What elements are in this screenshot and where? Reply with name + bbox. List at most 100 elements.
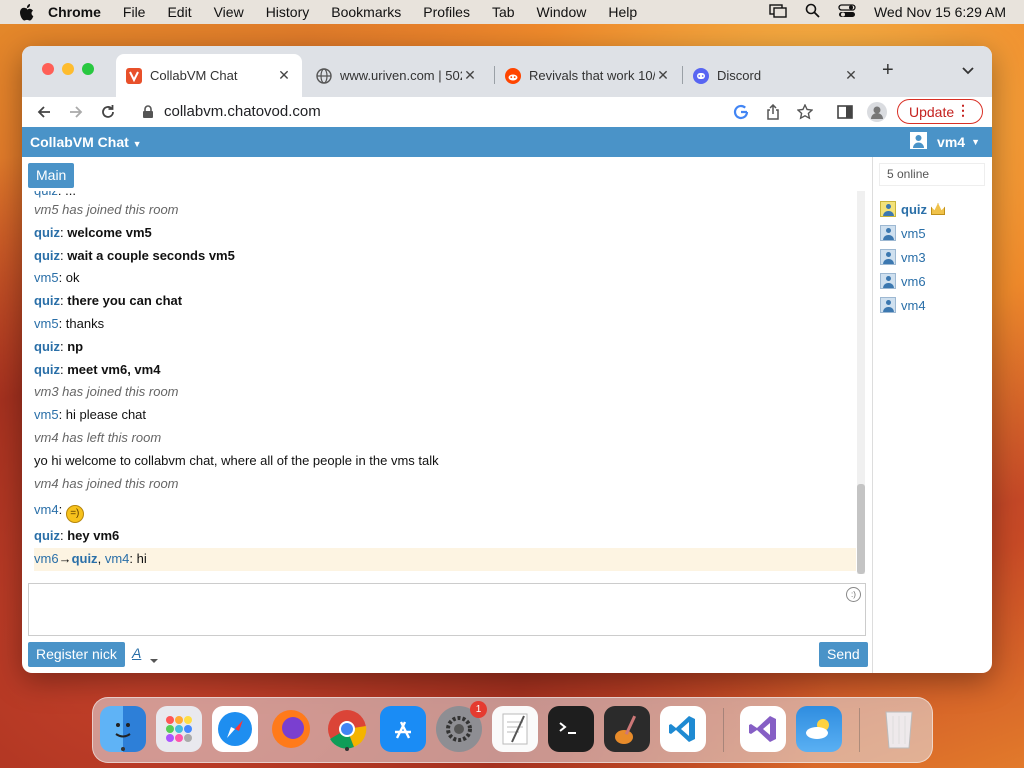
recipient-nick[interactable]: vm4 (105, 551, 130, 566)
user-menu[interactable]: vm4 ▼ (910, 132, 980, 152)
app-store-icon[interactable] (380, 706, 426, 752)
vscode-icon[interactable] (660, 706, 706, 752)
message-nick[interactable]: quiz (34, 225, 60, 240)
tab-discord[interactable]: Discord ✕ (683, 54, 869, 97)
profile-avatar-icon[interactable] (867, 102, 887, 122)
user-avatar-icon (880, 249, 896, 265)
weather-icon[interactable] (796, 706, 842, 752)
menu-file[interactable]: File (123, 4, 146, 20)
message-text: ok (65, 270, 80, 286)
firefox-icon[interactable] (268, 706, 314, 752)
scrollbar-thumb[interactable] (857, 484, 865, 574)
chat-message: quiz: there you can chat (34, 293, 183, 309)
menu-edit[interactable]: Edit (167, 4, 191, 20)
control-center-icon[interactable] (838, 3, 856, 21)
menu-bookmarks[interactable]: Bookmarks (331, 4, 401, 20)
share-icon[interactable] (763, 102, 783, 122)
user-list-item[interactable]: vm4 (880, 293, 945, 317)
update-button[interactable]: Update ⋮ (897, 99, 983, 124)
tab-title: CollabVM Chat (150, 68, 238, 83)
font-style-button[interactable]: A (132, 645, 141, 661)
chat-message: quiz: np (34, 338, 84, 354)
menu-window[interactable]: Window (537, 4, 587, 20)
more-menu-icon: ⋮ (956, 102, 970, 118)
trash-icon[interactable] (876, 706, 922, 752)
menu-clock[interactable]: Wed Nov 15 6:29 AM (874, 4, 1006, 20)
menu-view[interactable]: View (214, 4, 244, 20)
menu-app-name[interactable]: Chrome (48, 4, 101, 20)
user-avatar-icon (910, 132, 928, 152)
message-nick[interactable]: quiz (34, 248, 60, 263)
message-nick[interactable]: quiz (34, 339, 60, 354)
tab-uriven[interactable]: www.uriven.com | 502 ✕ (306, 54, 488, 97)
tab-search-chevron-icon[interactable] (962, 62, 974, 80)
minimize-window-button[interactable] (62, 63, 74, 75)
emoji-picker-icon[interactable]: :) (846, 587, 861, 602)
app-header: CollabVM Chat ▼ vm4 ▼ (22, 127, 992, 157)
zoom-window-button[interactable] (82, 63, 94, 75)
address-bar-url[interactable]: collabvm.chatovod.com (164, 103, 321, 120)
message-nick[interactable]: quiz (34, 528, 60, 543)
chat-message: quiz: ... (34, 191, 856, 199)
user-list-item[interactable]: quiz (880, 197, 945, 221)
user-list-item[interactable]: vm5 (880, 221, 945, 245)
menu-history[interactable]: History (266, 4, 310, 20)
send-button[interactable]: Send (819, 642, 868, 667)
finder-icon[interactable] (100, 706, 146, 752)
message-nick[interactable]: vm5 (34, 270, 59, 285)
message-text: yo hi welcome to collabvm chat, where al… (34, 452, 439, 468)
reddit-icon (505, 67, 521, 84)
tab-title: Discord (717, 68, 762, 83)
close-tab-icon[interactable]: ✕ (655, 67, 671, 84)
menu-profiles[interactable]: Profiles (423, 4, 470, 20)
textedit-icon[interactable] (492, 706, 538, 752)
close-window-button[interactable] (42, 63, 54, 75)
terminal-icon[interactable] (548, 706, 594, 752)
close-tab-icon[interactable]: ✕ (843, 67, 859, 84)
system-message-text: vm4 has joined this room (34, 475, 179, 491)
lock-icon[interactable] (138, 102, 158, 122)
message-text: np (67, 338, 84, 354)
message-nick[interactable]: vm4 (34, 502, 59, 517)
back-arrow-icon[interactable] (34, 102, 54, 122)
recipient-nick[interactable]: quiz (72, 551, 98, 566)
close-tab-icon[interactable]: ✕ (462, 67, 478, 84)
user-list-item[interactable]: vm6 (880, 269, 945, 293)
forward-arrow-icon[interactable] (66, 102, 86, 122)
new-tab-plus-icon[interactable]: + (882, 59, 894, 82)
message-input[interactable]: :) (28, 583, 866, 636)
message-nick[interactable]: quiz (34, 191, 58, 198)
message-nick[interactable]: quiz (34, 362, 60, 377)
bookmark-star-icon[interactable] (795, 102, 815, 122)
register-nick-button[interactable]: Register nick (28, 642, 125, 667)
safari-icon[interactable] (212, 706, 258, 752)
close-tab-icon[interactable]: ✕ (276, 67, 292, 84)
message-scrollbar[interactable] (857, 191, 865, 574)
garageband-icon[interactable] (604, 706, 650, 752)
message-nick[interactable]: vm5 (34, 316, 59, 331)
reload-icon[interactable] (98, 102, 118, 122)
tab-reddit[interactable]: Revivals that work 10/ ✕ (495, 54, 681, 97)
menu-tab[interactable]: Tab (492, 4, 515, 20)
search-icon[interactable] (805, 3, 820, 21)
message-nick[interactable]: vm6 (34, 551, 59, 566)
tab-collabvm-chat[interactable]: CollabVM Chat ✕ (116, 54, 302, 97)
message-nick[interactable]: quiz (34, 293, 60, 308)
room-tab-main[interactable]: Main (28, 163, 75, 188)
menu-help[interactable]: Help (608, 4, 637, 20)
user-avatar-icon (880, 201, 896, 217)
user-list-item[interactable]: vm3 (880, 245, 945, 269)
chrome-icon[interactable] (324, 706, 370, 752)
app-brand-menu[interactable]: CollabVM Chat ▼ (30, 134, 142, 150)
launchpad-icon[interactable] (156, 706, 202, 752)
google-lens-icon[interactable] (731, 102, 751, 122)
crown-icon (931, 203, 945, 215)
display-mirror-icon[interactable] (769, 3, 787, 21)
visual-studio-icon[interactable] (740, 706, 786, 752)
update-label: Update (909, 103, 955, 120)
apple-icon[interactable] (18, 3, 36, 21)
side-panel-icon[interactable] (835, 102, 855, 122)
message-nick[interactable]: vm5 (34, 407, 59, 422)
tab-title: Revivals that work 10/ (529, 68, 655, 83)
chevron-down-icon[interactable] (149, 651, 159, 669)
